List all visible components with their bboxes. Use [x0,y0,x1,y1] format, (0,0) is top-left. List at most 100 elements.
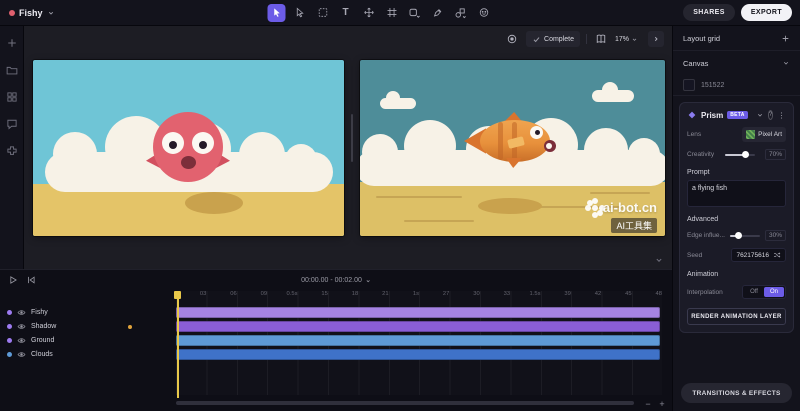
plugin-icon[interactable] [5,144,19,158]
edge-influence-slider[interactable] [730,235,760,237]
interpolation-on-option[interactable]: On [764,287,784,297]
canvas-controls: Complete 17% [504,31,638,47]
prism-panel: Prism BETA ? Lens Pixel Art Creativity 7… [679,102,794,333]
cloud-puff [285,144,317,176]
ruler-tick: 0.5s [267,291,297,301]
edge-influence-label: Edge influe... [687,232,725,239]
chevron-down-icon [47,9,55,17]
add-layout-grid-icon[interactable] [781,34,790,43]
move-tool[interactable] [360,4,378,22]
watermark-logo-icon [592,205,598,211]
timeline-scrollbar[interactable] [176,401,634,405]
add-icon[interactable] [5,36,19,50]
creativity-slider[interactable] [725,154,755,156]
layout-grid-row[interactable]: Layout grid [673,26,800,50]
shapes-tool[interactable] [452,4,470,22]
ruler-tick: 30 [449,291,479,301]
shuffle-seed-icon[interactable] [773,251,781,259]
layer-row-shadow[interactable]: Shadow [0,321,172,332]
canvas-section-row[interactable]: Canvas [673,51,800,75]
timecode-dropdown[interactable]: 00:00.00 - 00:02.00 [301,277,371,284]
interpolation-row: Interpolation Off On [687,285,786,299]
folder-icon[interactable] [5,63,19,77]
track-bar-shadow[interactable] [176,321,660,332]
layer-row-fishy[interactable]: Fishy [0,307,172,318]
layer-row-ground[interactable]: Ground [0,335,172,346]
color-swatch[interactable] [683,79,695,91]
text-tool[interactable]: T [337,4,355,22]
skip-start-icon[interactable] [26,275,36,285]
marquee-tool[interactable] [314,4,332,22]
project-name: Fishy [19,8,43,18]
lens-row: Lens Pixel Art [687,127,786,142]
cloud-puff [386,91,400,105]
zoom-dropdown[interactable]: 17% [615,36,638,43]
eye-icon[interactable] [17,350,26,359]
timeline-zoom-out-button[interactable]: − [642,398,654,410]
layers-grid-icon[interactable] [5,90,19,104]
ruler-tick: 1s [389,291,419,301]
right-properties-panel: Layout grid Canvas 151522 Prism BETA ? L… [672,26,800,411]
book-icon[interactable] [593,31,609,47]
eye-icon[interactable] [17,308,26,317]
cloud-puff [628,138,660,170]
transitions-effects-button[interactable]: TRANSITIONS & EFFECTS [681,383,792,403]
interpolation-toggle: Off On [742,285,786,299]
canvas-frame-2[interactable]: ai-bot.cn AI工具集 [360,60,665,236]
collapse-canvas-icon[interactable] [654,255,664,265]
canvas-color-row[interactable]: 151522 [673,75,800,95]
comment-icon[interactable] [5,117,19,131]
sticker-tool[interactable] [475,4,493,22]
layer-name: Shadow [31,323,56,330]
track-bar-clouds[interactable] [176,349,660,360]
shape-tool[interactable] [406,4,424,22]
lens-value: Pixel Art [758,131,782,138]
playhead-line[interactable] [177,293,179,398]
help-icon[interactable]: ? [768,110,773,120]
ruler-tick: 27 [419,291,449,301]
eye-icon[interactable] [17,336,26,345]
shares-button[interactable]: SHARES [683,4,735,21]
lens-label: Lens [687,131,701,138]
pen-tool[interactable] [429,4,447,22]
interpolation-off-option[interactable]: Off [744,287,764,297]
seed-input[interactable]: 762175616 [731,248,786,262]
snapshot-icon[interactable] [504,31,520,47]
prism-title: Prism [701,111,723,120]
timeline-zoom-in-button[interactable]: + [656,398,668,410]
sand-line [376,196,462,198]
timeline-ruler[interactable]: 03 06 09 0.5s 15 18 21 1s 27 30 33 1.5s … [176,291,662,301]
seed-row: Seed 762175616 [687,248,786,262]
animation-label: Animation [687,271,786,278]
more-options-icon[interactable] [777,111,786,120]
frame-tool[interactable] [383,4,401,22]
export-button[interactable]: EXPORT [741,4,792,21]
project-menu[interactable]: Fishy [9,8,55,18]
ruler-tick: 45 [601,291,631,301]
prompt-input[interactable]: a flying fish [687,180,786,207]
divider [586,34,587,44]
track-bar-fishy[interactable] [176,307,660,318]
prism-icon [687,110,697,120]
ruler-tick: 39 [541,291,571,301]
track-bar-ground[interactable] [176,335,660,346]
lens-dropdown[interactable]: Pixel Art [742,127,786,142]
divider [673,95,800,96]
chevron-down-icon[interactable] [756,111,764,119]
prism-header[interactable]: Prism BETA ? [687,110,786,120]
complete-button[interactable]: Complete [526,31,580,47]
select-tool[interactable] [268,4,286,22]
play-icon[interactable] [8,275,18,285]
render-animation-layer-button[interactable]: RENDER ANIMATION LAYER [687,308,786,325]
panel-toggle-button[interactable] [648,31,664,47]
orange-fish-character [464,112,568,170]
lens-thumbnail [746,130,755,139]
layer-row-clouds[interactable]: Clouds [0,349,172,360]
fish-pupil [199,141,207,149]
node-select-tool[interactable] [291,4,309,22]
cloud-puff [53,132,97,176]
keyframe-dot[interactable] [128,325,132,329]
frame-resize-handle[interactable] [351,114,353,162]
eye-icon[interactable] [17,322,26,331]
canvas-frame-1[interactable] [33,60,344,236]
